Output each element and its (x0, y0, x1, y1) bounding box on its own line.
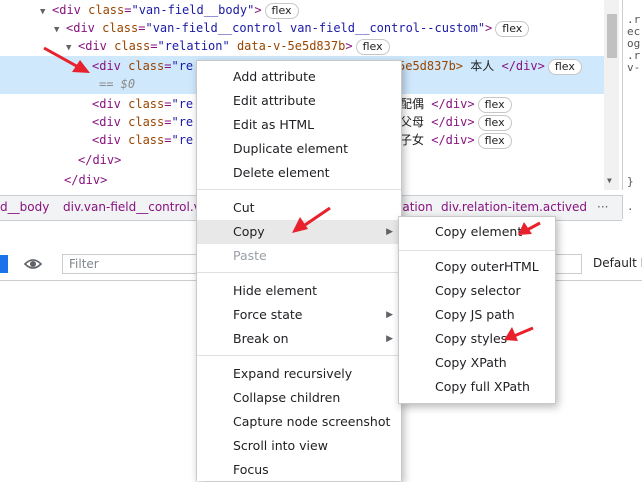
arrow-copy-styles (504, 326, 534, 341)
annotation-arrows (43, 46, 541, 341)
arrow-copy-element (518, 221, 541, 235)
arrow-copy-item (292, 206, 331, 233)
arrow-selected-node (43, 46, 90, 73)
